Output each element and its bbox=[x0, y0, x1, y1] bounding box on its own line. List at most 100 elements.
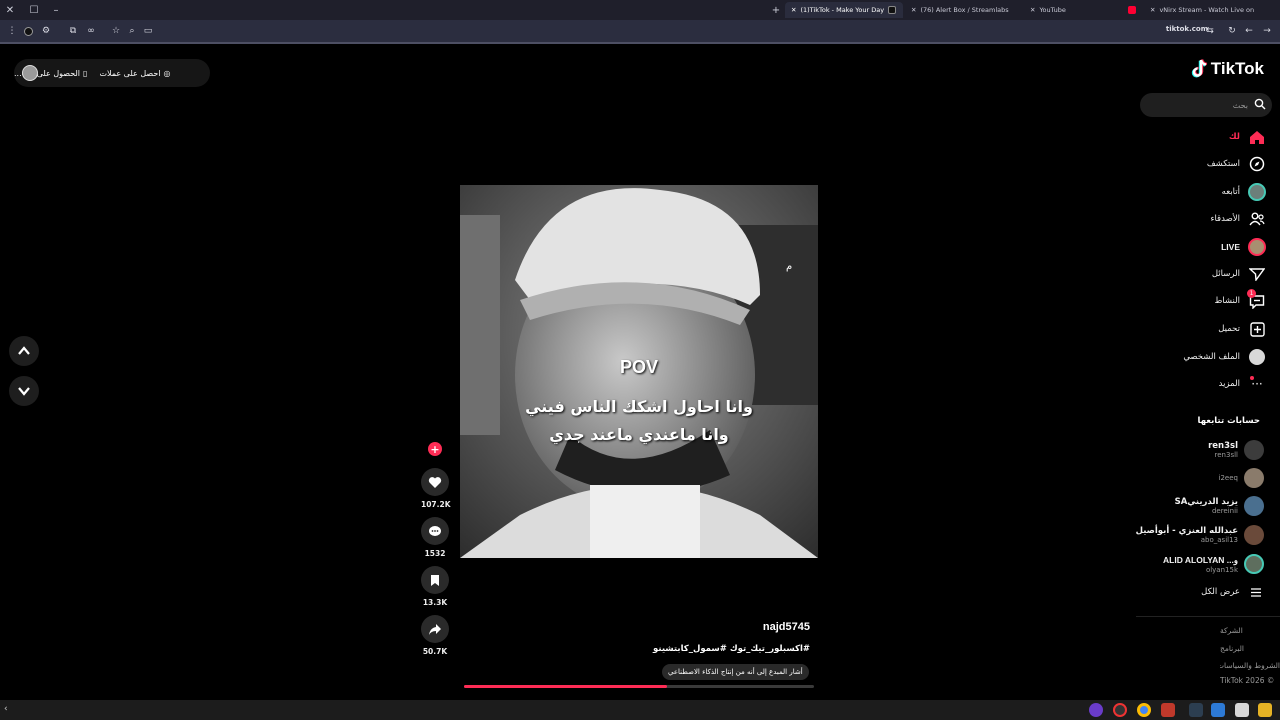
follow-plus-button[interactable]: + bbox=[428, 442, 442, 456]
maximize-window-icon[interactable]: ☐ bbox=[27, 3, 41, 17]
bookmark-star-icon[interactable]: ☆ bbox=[110, 25, 122, 37]
close-tab-icon[interactable]: ✕ bbox=[911, 6, 916, 14]
footer-copyright: TikTok 2026 © bbox=[1220, 676, 1275, 685]
save-action[interactable]: 13.3K bbox=[421, 566, 449, 607]
get-coins-item[interactable]: ◎ احصل على عملات bbox=[99, 69, 170, 78]
chevron-down-icon bbox=[18, 387, 30, 396]
avatar bbox=[1244, 496, 1264, 516]
get-coins-banner[interactable]: ◎ احصل على عملات ▯ الحصول على الت... bbox=[14, 59, 210, 87]
tab-label: (76) Alert Box / Streamlabs bbox=[920, 6, 1009, 14]
sidebar-item-explore[interactable]: استكشف bbox=[1207, 153, 1266, 175]
compass-icon bbox=[1248, 155, 1266, 173]
glasses-icon[interactable]: ∞ bbox=[85, 25, 97, 37]
sidebar-item-messages[interactable]: الرسائل bbox=[1212, 263, 1266, 285]
account-username: ren3sll bbox=[1214, 451, 1238, 459]
share-button[interactable] bbox=[421, 615, 449, 643]
like-action[interactable]: 107.2K bbox=[421, 468, 451, 509]
sidebar-item-live[interactable]: LIVE bbox=[1221, 236, 1266, 258]
tab-tiktok[interactable]: ✕ (1)TikTok - Make Your Day bbox=[785, 2, 903, 18]
sidebar-item-for-you[interactable]: لك bbox=[1229, 126, 1266, 148]
browser-toolbar: ⋮ ⚙ ⧉ ∞ ☆ ⌕ ▭ tiktok.com ⇆ ↻ ← → bbox=[0, 20, 1280, 42]
upload-icon bbox=[1248, 320, 1266, 338]
video-caption-pov: POV bbox=[619, 357, 658, 377]
app-icon[interactable] bbox=[1089, 703, 1103, 717]
sidebar-item-upload[interactable]: تحميل bbox=[1218, 318, 1266, 340]
account-display-name: عبدالله العنزي - أبوأصيل bbox=[1135, 526, 1238, 536]
video-player[interactable]: POV وانا احاول اشكك الناس فيني وانا ماعن… bbox=[460, 185, 818, 558]
footer-link-program[interactable]: البرنامج bbox=[1220, 644, 1280, 653]
video-hashtags[interactable]: #اكسبلور_تيك_توك #سمول_كابتشينو bbox=[460, 644, 810, 654]
reload-icon[interactable]: ↻ bbox=[1226, 25, 1238, 37]
sidebar-item-label: LIVE bbox=[1221, 242, 1240, 252]
tab-streamlabs[interactable]: ✕ (76) Alert Box / Streamlabs bbox=[905, 2, 1017, 18]
sidebar-item-label: أتابعه bbox=[1221, 187, 1240, 197]
tiktok-logo[interactable]: TikTok bbox=[1191, 59, 1264, 79]
comment-action[interactable]: 1532 bbox=[421, 517, 449, 558]
followed-account[interactable]: يزيد الدرينيSA dereinii bbox=[1175, 495, 1264, 517]
footer-link-terms[interactable]: الشروط والسياسات bbox=[1220, 661, 1280, 670]
footer-link-company[interactable]: الشركة bbox=[1220, 626, 1280, 635]
zoom-icon[interactable]: ⌕ bbox=[126, 25, 138, 37]
cast-icon[interactable]: ▭ bbox=[142, 25, 154, 37]
profile-dot-icon[interactable] bbox=[22, 25, 34, 37]
video-author[interactable]: najd5745 bbox=[460, 621, 810, 633]
app-icon[interactable] bbox=[1235, 703, 1249, 717]
close-window-icon[interactable]: ✕ bbox=[3, 3, 17, 17]
sidebar-item-label: استكشف bbox=[1206, 159, 1240, 169]
chrome-icon[interactable] bbox=[1137, 703, 1151, 717]
avatar bbox=[1244, 440, 1264, 460]
avatar[interactable] bbox=[22, 65, 38, 81]
followed-account[interactable]: ren3sl ren3sll bbox=[1208, 439, 1264, 461]
sidebar-item-following[interactable]: أتابعه bbox=[1222, 181, 1266, 203]
site-settings-icon[interactable]: ⇆ bbox=[1204, 25, 1216, 37]
obs-icon[interactable] bbox=[1113, 703, 1127, 717]
account-username: dereinii bbox=[1211, 507, 1238, 515]
profile-icon bbox=[1248, 348, 1266, 366]
mail-icon[interactable] bbox=[1211, 703, 1225, 717]
close-tab-icon[interactable]: ✕ bbox=[1030, 6, 1035, 14]
tiktok-page: ◎ احصل على عملات ▯ الحصول على الت... POV… bbox=[0, 44, 1280, 700]
forward-icon[interactable]: ← bbox=[1243, 25, 1255, 37]
close-tab-icon[interactable]: ✕ bbox=[791, 6, 796, 14]
save-button[interactable] bbox=[421, 566, 449, 594]
home-icon bbox=[1248, 128, 1266, 146]
comment-button[interactable] bbox=[421, 517, 449, 545]
tab-youtube[interactable]: ✕ YouTube bbox=[1024, 2, 1142, 18]
search-input[interactable]: بحث bbox=[1140, 93, 1272, 117]
address-bar[interactable]: tiktok.com bbox=[1166, 25, 1208, 33]
tiktok-favicon-icon bbox=[888, 6, 897, 14]
next-video-button[interactable] bbox=[9, 376, 39, 406]
share-action[interactable]: 50.7K bbox=[421, 615, 449, 656]
chevron-up-icon bbox=[18, 346, 30, 355]
tab-label: vNirx Stream - Watch Live on K bbox=[1159, 6, 1256, 14]
previous-video-button[interactable] bbox=[9, 336, 39, 366]
tab-label: (1)TikTok - Make Your Day bbox=[800, 6, 885, 14]
back-icon[interactable]: → bbox=[1261, 25, 1273, 37]
followed-account[interactable]: ALID ALOLYAN ...ﻭ olyan15k bbox=[1163, 553, 1264, 575]
bookmark-icon bbox=[431, 574, 439, 586]
sidebar-item-friends[interactable]: الأصدقاء bbox=[1210, 208, 1266, 230]
see-all-label: عرض الكل bbox=[1201, 587, 1240, 597]
sidebar-item-activity[interactable]: 1 النشاط bbox=[1214, 289, 1266, 312]
menu-icon[interactable]: ⋮ bbox=[6, 25, 18, 37]
screenshot-icon[interactable]: ⧉ bbox=[67, 25, 79, 37]
followed-account[interactable]: i2eeq bbox=[1219, 467, 1264, 489]
share-count: 50.7K bbox=[422, 647, 448, 656]
like-button[interactable] bbox=[421, 468, 449, 496]
app-icon[interactable] bbox=[1161, 703, 1175, 717]
video-progress-track[interactable] bbox=[464, 685, 814, 688]
minimize-window-icon[interactable]: – bbox=[49, 3, 63, 17]
tab-kick[interactable]: ✕ vNirx Stream - Watch Live on K bbox=[1144, 2, 1256, 18]
account-display-name: ren3sl bbox=[1208, 441, 1238, 451]
folder-icon[interactable] bbox=[1258, 703, 1272, 717]
app-icon[interactable] bbox=[1189, 703, 1203, 717]
sidebar-item-profile[interactable]: الملف الشخصي bbox=[1183, 346, 1266, 368]
see-all-button[interactable]: عرض الكل bbox=[1201, 581, 1262, 603]
tiktok-note-icon bbox=[1191, 59, 1207, 78]
sidebar-item-more[interactable]: ··· المزيد bbox=[1219, 373, 1266, 395]
close-tab-icon[interactable]: ✕ bbox=[1150, 6, 1155, 14]
followed-account[interactable]: عبدالله العنزي - أبوأصيل abo_asil13 bbox=[1136, 524, 1264, 546]
new-tab-button[interactable]: + bbox=[769, 3, 783, 17]
chevron-left-icon[interactable]: ‹ bbox=[4, 704, 8, 714]
extensions-icon[interactable]: ⚙ bbox=[40, 25, 52, 37]
